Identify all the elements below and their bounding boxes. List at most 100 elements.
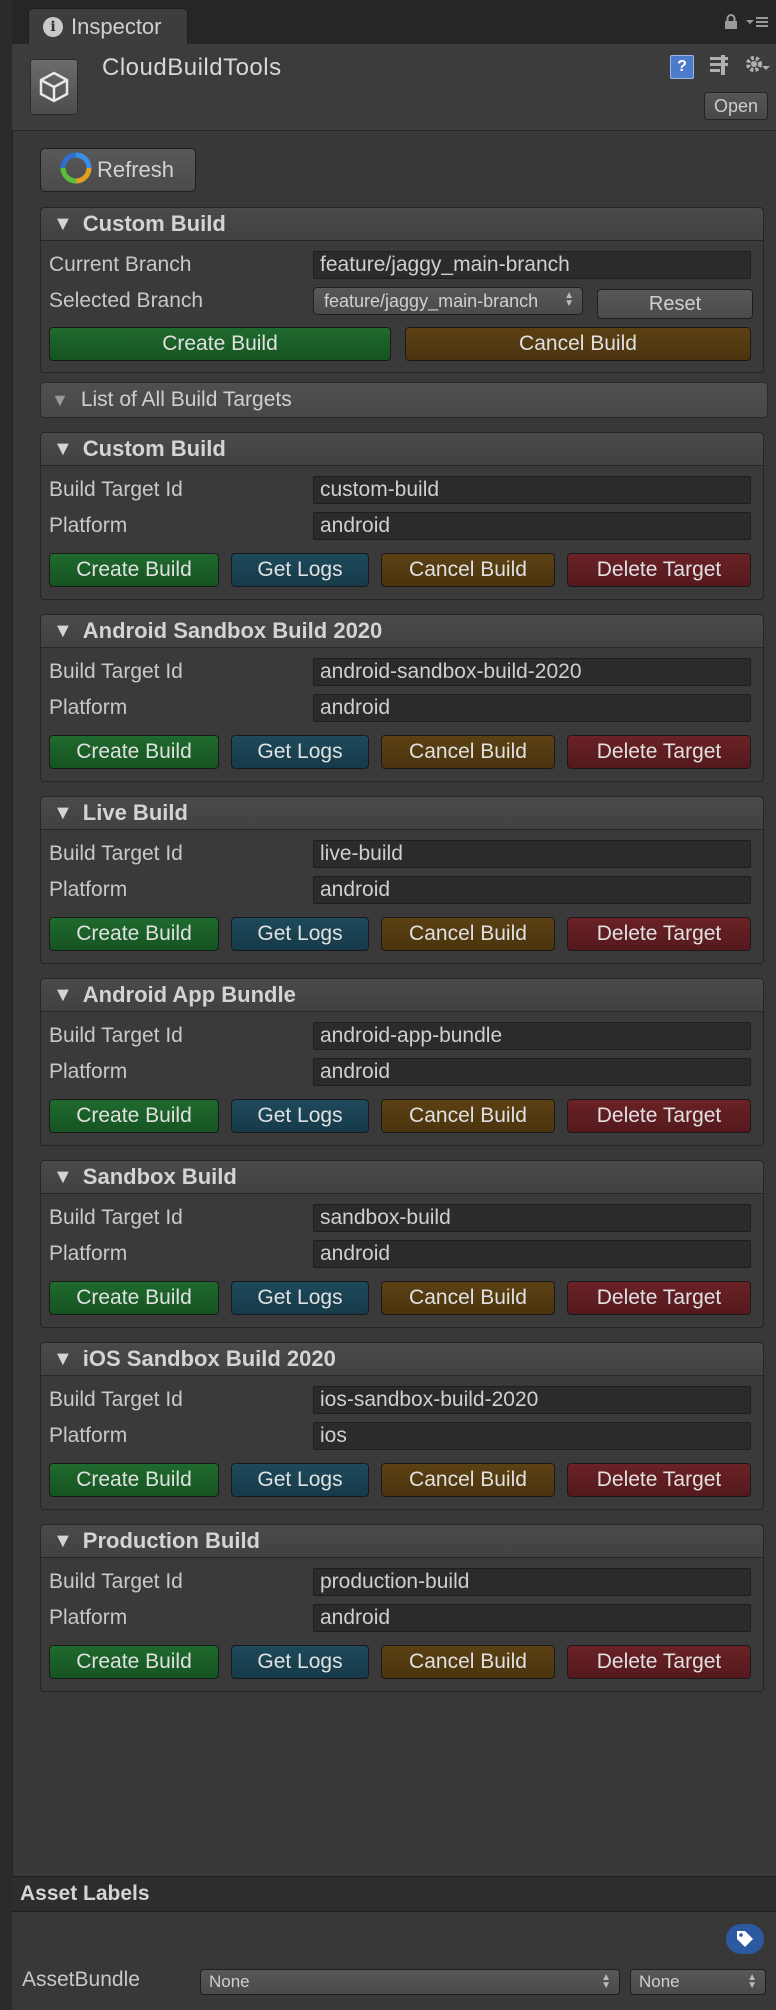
reset-button[interactable]: Reset (597, 289, 753, 319)
build-target-id-label: Build Target Id (49, 660, 183, 683)
create-build-button[interactable]: Create Build (49, 1463, 219, 1497)
preset-icon[interactable] (708, 53, 730, 80)
selected-branch-dropdown[interactable]: feature/jaggy_main-branch ▲ ▼ (313, 287, 583, 315)
build-target-title: Live Build (82, 800, 188, 825)
delete-target-button[interactable]: Delete Target (567, 1281, 751, 1315)
tab-label: Inspector (71, 14, 162, 39)
open-button[interactable]: Open (704, 92, 768, 120)
build-target-id-field[interactable]: android-sandbox-build-2020 (313, 658, 751, 686)
refresh-icon (59, 151, 93, 190)
help-icon[interactable]: ? (670, 54, 694, 79)
get-logs-button[interactable]: Get Logs (231, 1463, 369, 1497)
foldout-icon: ▼ (53, 619, 73, 642)
build-target-id-field[interactable]: android-app-bundle (313, 1022, 751, 1050)
cancel-build-button[interactable]: Cancel Build (381, 1281, 555, 1315)
unity-logo-icon (30, 59, 78, 115)
get-logs-button[interactable]: Get Logs (231, 1099, 369, 1133)
get-logs-button[interactable]: Get Logs (231, 553, 369, 587)
platform-label: Platform (49, 878, 128, 901)
platform-field[interactable]: android (313, 1240, 751, 1268)
refresh-button[interactable]: Refresh (40, 148, 196, 192)
create-build-button[interactable]: Create Build (49, 553, 219, 587)
tab-menu-icon[interactable] (746, 14, 768, 35)
build-target-header[interactable]: ▼ Live Build (41, 797, 763, 830)
cancel-build-button[interactable]: Cancel Build (381, 1463, 555, 1497)
platform-field[interactable]: android (313, 512, 751, 540)
selected-branch-label: Selected Branch (49, 289, 204, 312)
build-target-id-field[interactable]: production-build (313, 1568, 751, 1596)
delete-target-button[interactable]: Delete Target (567, 1645, 751, 1679)
platform-field[interactable]: android (313, 1058, 751, 1086)
build-target-header[interactable]: ▼ iOS Sandbox Build 2020 (41, 1343, 763, 1376)
section-title: Custom Build (82, 211, 226, 236)
platform-label: Platform (49, 1060, 128, 1083)
platform-field[interactable]: ios (313, 1422, 751, 1450)
cancel-build-button[interactable]: Cancel Build (381, 1645, 555, 1679)
platform-field[interactable]: android (313, 694, 751, 722)
tag-icon[interactable] (726, 1924, 764, 1954)
build-target-section: ▼ Android Sandbox Build 2020 Build Target … (40, 614, 764, 782)
tab-bar: i Inspector (12, 0, 776, 45)
get-logs-button[interactable]: Get Logs (231, 917, 369, 951)
get-logs-button[interactable]: Get Logs (231, 1281, 369, 1315)
build-target-header[interactable]: ▼ Sandbox Build (41, 1161, 763, 1194)
delete-target-button[interactable]: Delete Target (567, 917, 751, 951)
tab-inspector[interactable]: i Inspector (28, 8, 188, 45)
build-target-header[interactable]: ▼ Custom Build (41, 433, 763, 466)
current-branch-label: Current Branch (49, 253, 192, 276)
delete-target-button[interactable]: Delete Target (567, 1099, 751, 1133)
delete-target-button[interactable]: Delete Target (567, 553, 751, 587)
cancel-build-button[interactable]: Cancel Build (381, 735, 555, 769)
create-build-button[interactable]: Create Build (49, 1099, 219, 1133)
create-build-button[interactable]: Create Build (49, 735, 219, 769)
gear-icon[interactable] (744, 52, 770, 81)
build-target-id-field[interactable]: live-build (313, 840, 751, 868)
build-target-title: Production Build (82, 1528, 260, 1553)
delete-target-button[interactable]: Delete Target (567, 1463, 751, 1497)
custom-build-header[interactable]: ▼ Custom Build (41, 208, 763, 241)
create-build-button[interactable]: Create Build (49, 917, 219, 951)
foldout-icon: ▼ (53, 1165, 73, 1188)
create-build-button[interactable]: Create Build (49, 1645, 219, 1679)
current-branch-field[interactable]: feature/jaggy_main-branch (313, 251, 751, 279)
build-target-section: ▼ Live Build Build Target Id live-build Plat… (40, 796, 764, 964)
delete-target-button[interactable]: Delete Target (567, 735, 751, 769)
build-target-header[interactable]: ▼ Android App Bundle (41, 979, 763, 1012)
foldout-icon: ▼ (53, 1529, 73, 1552)
build-target-title: iOS Sandbox Build 2020 (82, 1346, 336, 1371)
lock-icon[interactable] (724, 14, 738, 35)
create-build-button[interactable]: Create Build (49, 1281, 219, 1315)
cancel-build-button[interactable]: Cancel Build (381, 553, 555, 587)
assetbundle-variant-value: None (639, 1972, 680, 1991)
build-target-id-field[interactable]: ios-sandbox-build-2020 (313, 1386, 751, 1414)
build-targets-foldout[interactable]: ▼ List of All Build Targets (40, 382, 768, 418)
assetbundle-name-select[interactable]: None ▲ ▼ (200, 1969, 620, 1995)
build-target-id-field[interactable]: custom-build (313, 476, 751, 504)
build-target-id-label: Build Target Id (49, 478, 183, 501)
cancel-build-button[interactable]: Cancel Build (381, 1099, 555, 1133)
foldout-icon: ▼ (53, 801, 73, 824)
platform-field[interactable]: android (313, 1604, 751, 1632)
get-logs-button[interactable]: Get Logs (231, 735, 369, 769)
build-target-header[interactable]: ▼ Production Build (41, 1525, 763, 1558)
build-target-id-label: Build Target Id (49, 1570, 183, 1593)
assetbundle-variant-select[interactable]: None ▲ ▼ (630, 1969, 766, 1995)
get-logs-button[interactable]: Get Logs (231, 1645, 369, 1679)
build-target-header[interactable]: ▼ Android Sandbox Build 2020 (41, 615, 763, 648)
cancel-build-button[interactable]: Cancel Build (381, 917, 555, 951)
inspector-window: i Inspector CloudBuildTools ? Open Refre… (0, 0, 776, 2010)
cancel-build-button[interactable]: Cancel Build (405, 327, 751, 361)
build-target-id-field[interactable]: sandbox-build (313, 1204, 751, 1232)
foldout-icon: ▼ (53, 212, 73, 235)
platform-label: Platform (49, 1424, 128, 1447)
build-target-section: ▼ Android App Bundle Build Target Id androi… (40, 978, 764, 1146)
build-target-title: Custom Build (82, 436, 226, 461)
tab-options (724, 14, 768, 35)
assetbundle-name-value: None (209, 1972, 250, 1991)
create-build-button[interactable]: Create Build (49, 327, 391, 361)
platform-label: Platform (49, 514, 128, 537)
info-icon: i (43, 17, 63, 37)
build-target-section: ▼ Custom Build Build Target Id custom-build… (40, 432, 764, 600)
platform-field[interactable]: android (313, 876, 751, 904)
refresh-label: Refresh (97, 157, 175, 182)
